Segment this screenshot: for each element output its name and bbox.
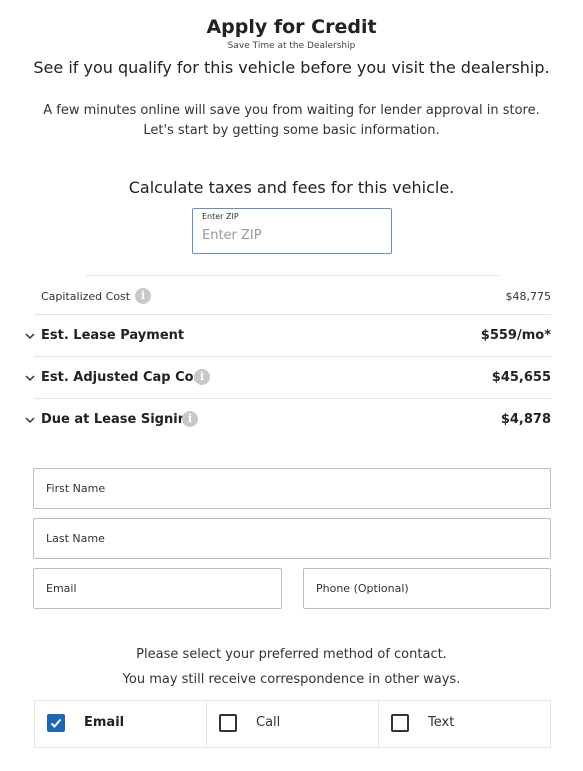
chevron-down-icon bbox=[25, 417, 35, 424]
contact-option-label: Email bbox=[84, 715, 125, 730]
adjusted-cap-cost-row[interactable]: Est. Adjusted Cap Cost i $45,655 bbox=[22, 369, 551, 394]
phone-input[interactable] bbox=[304, 569, 550, 608]
headline: See if you qualify for this vehicle befo… bbox=[33, 58, 550, 77]
contact-note: You may still receive correspondence in … bbox=[122, 672, 461, 687]
due-at-signing-value: $4,878 bbox=[500, 412, 551, 427]
email-checkbox[interactable] bbox=[47, 714, 65, 732]
page-title: Apply for Credit bbox=[206, 16, 377, 38]
divider bbox=[34, 356, 551, 357]
email-field[interactable] bbox=[33, 568, 282, 609]
capitalized-cost-label: Capitalized Cost bbox=[41, 290, 131, 303]
chevron-down-icon bbox=[25, 375, 35, 382]
contact-prompt: Please select your preferred method of c… bbox=[136, 647, 447, 662]
zip-input[interactable] bbox=[202, 224, 380, 246]
email-input[interactable] bbox=[34, 569, 281, 608]
lease-payment-label: Est. Lease Payment bbox=[41, 328, 185, 343]
contact-method-group: Email Call Text bbox=[34, 700, 551, 748]
divider bbox=[34, 398, 551, 399]
first-name-field[interactable] bbox=[33, 468, 551, 509]
due-at-signing-row[interactable]: Due at Lease Signing i $4,878 bbox=[22, 411, 551, 436]
contact-option-text[interactable]: Text bbox=[379, 701, 550, 747]
divider bbox=[34, 314, 551, 315]
capitalized-cost-row: Capitalized Cost i $48,775 bbox=[41, 288, 552, 305]
divider bbox=[86, 275, 499, 276]
page-subtitle: Save Time at the Dealership bbox=[227, 41, 356, 51]
adjusted-cap-cost-value: $45,655 bbox=[491, 370, 551, 385]
last-name-field[interactable] bbox=[33, 518, 551, 559]
lease-payment-value: $559/mo* bbox=[480, 328, 551, 343]
chevron-down-icon bbox=[25, 333, 35, 340]
calculator-heading: Calculate taxes and fees for this vehicl… bbox=[128, 178, 455, 197]
capitalized-cost-value: $48,775 bbox=[505, 290, 552, 303]
contact-option-label: Text bbox=[428, 715, 455, 730]
zip-field[interactable]: Enter ZIP bbox=[192, 208, 392, 254]
lease-payment-row[interactable]: Est. Lease Payment $559/mo* bbox=[22, 328, 551, 352]
info-icon[interactable]: i bbox=[135, 288, 151, 304]
due-at-signing-label: Due at Lease Signing bbox=[41, 412, 197, 427]
text-checkbox[interactable] bbox=[391, 714, 409, 732]
phone-field[interactable] bbox=[303, 568, 551, 609]
contact-option-label: Call bbox=[256, 715, 281, 730]
info-icon[interactable]: i bbox=[182, 411, 198, 427]
last-name-input[interactable] bbox=[34, 519, 550, 558]
contact-option-call[interactable]: Call bbox=[207, 701, 379, 747]
info-icon[interactable]: i bbox=[194, 369, 210, 385]
first-name-input[interactable] bbox=[34, 469, 550, 508]
zip-label: Enter ZIP bbox=[202, 212, 239, 221]
call-checkbox[interactable] bbox=[219, 714, 237, 732]
intro-text: A few minutes online will save you from … bbox=[43, 103, 540, 138]
contact-option-email[interactable]: Email bbox=[35, 701, 207, 747]
adjusted-cap-cost-label: Est. Adjusted Cap Cost bbox=[41, 370, 208, 385]
checkmark-icon bbox=[50, 718, 62, 728]
